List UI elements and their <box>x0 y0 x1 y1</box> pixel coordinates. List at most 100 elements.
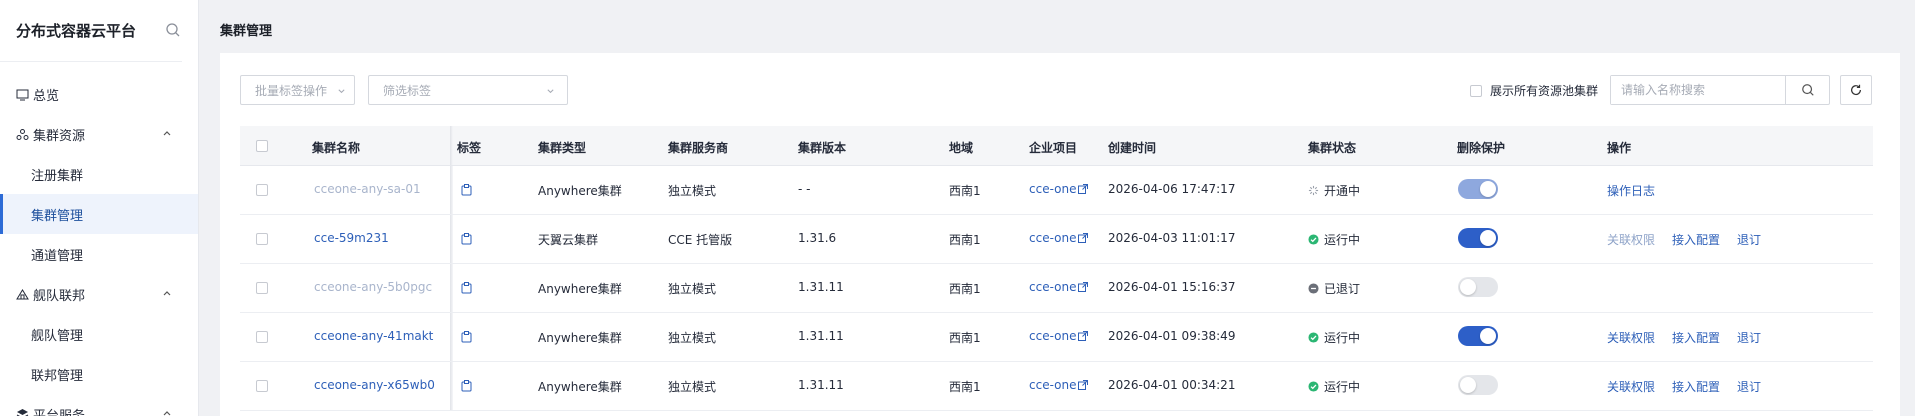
cluster-provider: CCE 托管版 <box>668 233 733 247</box>
access-config-link[interactable]: 接入配置 <box>1672 331 1720 345</box>
tag-edit-icon[interactable] <box>461 331 472 343</box>
show-all-label: 展示所有资源池集群 <box>1490 84 1599 98</box>
row-actions: 操作日志 <box>1607 182 1672 199</box>
show-all-checkbox[interactable] <box>1470 84 1482 97</box>
tag-edit-icon[interactable] <box>461 184 472 196</box>
chevron-up-icon[interactable] <box>162 128 172 138</box>
enterprise-project-link[interactable]: cce-one <box>1029 280 1089 294</box>
search-input[interactable] <box>1611 76 1786 104</box>
cluster-provider: 独立模式 <box>668 331 717 345</box>
cluster-name-link[interactable]: cceone-any-41makt <box>314 329 433 343</box>
chevron-down-icon <box>547 89 554 94</box>
external-link-icon <box>1078 380 1089 390</box>
enterprise-project-link[interactable]: cce-one <box>1029 182 1089 196</box>
row-checkbox[interactable] <box>256 380 268 392</box>
tag-edit-icon[interactable] <box>461 282 472 294</box>
chevron-up-icon[interactable] <box>162 288 172 298</box>
operation-log-link[interactable]: 操作日志 <box>1607 184 1655 198</box>
cluster-region: 西南1 <box>949 282 981 296</box>
enterprise-project-link[interactable]: cce-one <box>1029 231 1089 245</box>
column-divider <box>450 166 453 214</box>
tag-edit-icon[interactable] <box>461 380 472 392</box>
sidebar-item-fleet-management[interactable]: 舰队管理 <box>0 314 198 354</box>
row-checkbox[interactable] <box>256 331 268 343</box>
cluster-provider: 独立模式 <box>668 380 717 394</box>
table-row[interactable]: cce-59m231 天翼云集群 CCE 托管版 1.31.6 西南1 cce-one 20… <box>240 215 1873 264</box>
access-config-link[interactable]: 接入配置 <box>1672 380 1720 394</box>
batch-tag-dropdown[interactable]: 批量标签操作 <box>240 75 355 105</box>
cluster-region: 西南1 <box>949 331 981 345</box>
column-divider <box>450 126 453 165</box>
tag-edit-icon[interactable] <box>461 233 472 245</box>
cluster-name-link[interactable]: cceone-any-sa-01 <box>314 182 421 196</box>
delete-protection-toggle[interactable] <box>1458 326 1498 346</box>
cluster-version: 1.31.6 <box>798 231 837 245</box>
enterprise-project-label: cce-one <box>1029 182 1077 196</box>
column-divider <box>450 215 453 263</box>
search-box <box>1610 75 1830 105</box>
sidebar-item-channel-management[interactable]: 通道管理 <box>0 234 198 274</box>
batch-tag-label: 批量标签操作 <box>255 83 328 98</box>
cluster-version: 1.31.11 <box>798 378 844 392</box>
delete-protection-toggle[interactable] <box>1458 375 1498 395</box>
sidebar-item-register-cluster[interactable]: 注册集群 <box>0 154 198 194</box>
sidebar-group-platform-service[interactable]: 平台服务 <box>0 394 198 416</box>
table-row[interactable]: cceone-any-5b0pgc Anywhere集群 独立模式 1.31.11 西南… <box>240 264 1873 313</box>
header-name: 集群名称 <box>312 141 361 155</box>
cluster-type: 天翼云集群 <box>538 233 599 247</box>
associate-permission-link[interactable]: 关联权限 <box>1607 331 1655 345</box>
sidebar-item-label: 集群资源 <box>33 128 86 144</box>
column-divider <box>450 264 453 312</box>
sidebar-group-cluster-resource[interactable]: 集群资源 <box>0 114 198 154</box>
sidebar-item-label: 联邦管理 <box>31 368 84 384</box>
external-link-icon <box>1078 331 1089 341</box>
status-badge: 运行中 <box>1308 378 1360 395</box>
enterprise-project-link[interactable]: cce-one <box>1029 378 1089 392</box>
sidebar-item-federation-management[interactable]: 联邦管理 <box>0 354 198 394</box>
show-all-toggle[interactable]: 展示所有资源池集群 <box>1470 82 1598 99</box>
chevron-up-icon[interactable] <box>162 408 172 416</box>
cluster-name-link[interactable]: cceone-any-x65wb0 <box>314 378 435 392</box>
sidebar-group-fleet-federation[interactable]: 舰队联邦 <box>0 274 198 314</box>
cluster-type: Anywhere集群 <box>538 282 622 296</box>
sidebar-item-overview[interactable]: 总览 <box>0 74 198 114</box>
associate-permission-link[interactable]: 关联权限 <box>1607 380 1655 394</box>
chevron-down-icon <box>338 89 345 94</box>
search-icon <box>1801 84 1814 96</box>
refresh-button[interactable] <box>1840 75 1872 105</box>
page-title: 集群管理 <box>220 24 273 39</box>
row-checkbox[interactable] <box>256 184 268 196</box>
unsubscribe-link[interactable]: 退订 <box>1737 233 1761 247</box>
status-label: 已退订 <box>1324 282 1361 296</box>
search-button[interactable] <box>1785 76 1829 104</box>
cluster-provider: 独立模式 <box>668 282 717 296</box>
status-label: 运行中 <box>1324 380 1361 394</box>
access-config-link[interactable]: 接入配置 <box>1672 233 1720 247</box>
enterprise-project-link[interactable]: cce-one <box>1029 329 1089 343</box>
cluster-name-link[interactable]: cceone-any-5b0pgc <box>314 280 432 294</box>
unsubscribe-link[interactable]: 退订 <box>1737 380 1761 394</box>
search-icon[interactable] <box>165 22 181 38</box>
toggle-knob <box>1480 181 1496 197</box>
delete-protection-toggle[interactable] <box>1458 228 1498 248</box>
table-row[interactable]: cceone-any-x65wb0 Anywhere集群 独立模式 1.31.11 西南… <box>240 362 1873 411</box>
delete-protection-toggle[interactable] <box>1458 179 1498 199</box>
column-divider <box>450 362 453 410</box>
sidebar-item-cluster-management[interactable]: 集群管理 <box>0 194 198 234</box>
row-checkbox[interactable] <box>256 233 268 245</box>
cluster-resource-icon <box>16 128 29 140</box>
table-header: 集群名称 标签 集群类型 集群服务商 集群版本 地域 企业项目 创建时间 集群状… <box>240 126 1873 166</box>
table-row[interactable]: cceone-any-sa-01 Anywhere集群 独立模式 - - 西南1 cce-… <box>240 166 1873 215</box>
table-row[interactable]: cceone-any-41makt Anywhere集群 独立模式 1.31.11 西南… <box>240 313 1873 362</box>
header-type: 集群类型 <box>538 141 587 155</box>
filter-tag-select[interactable]: 筛选标签 <box>368 75 568 105</box>
unsubscribe-link[interactable]: 退订 <box>1737 331 1761 345</box>
enterprise-project-label: cce-one <box>1029 231 1077 245</box>
select-all-checkbox[interactable] <box>256 140 268 152</box>
cluster-name-link[interactable]: cce-59m231 <box>314 231 389 245</box>
associate-permission-link[interactable]: 关联权限 <box>1607 233 1655 247</box>
row-checkbox[interactable] <box>256 282 268 294</box>
delete-protection-toggle[interactable] <box>1458 277 1498 297</box>
status-badge: 已退订 <box>1308 280 1360 297</box>
row-actions: 关联权限 接入配置 退订 <box>1607 378 1778 395</box>
